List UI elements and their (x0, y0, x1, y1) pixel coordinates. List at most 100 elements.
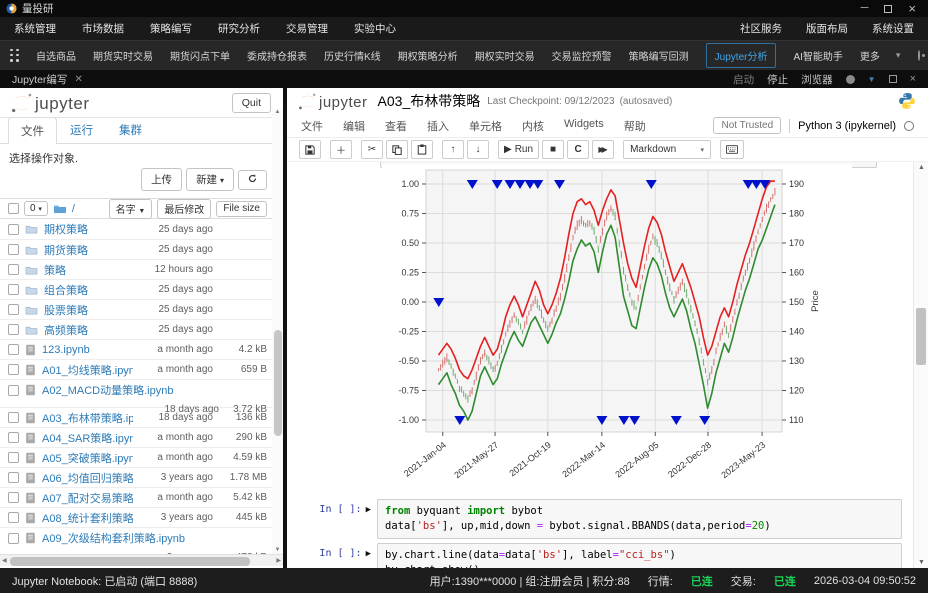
file-checkbox[interactable] (8, 452, 19, 463)
file-link[interactable]: 策略 (44, 262, 133, 278)
file-checkbox[interactable] (8, 264, 19, 275)
scroll-left-icon[interactable]: ◀ (2, 557, 7, 564)
move-cell-down-button[interactable]: ↓ (467, 140, 489, 159)
file-row[interactable]: 123.ipynba month ago4.2 kB (0, 339, 272, 359)
maximize-button[interactable] (884, 5, 892, 13)
file-row[interactable]: A05_突破策略.ipynba month ago4.59 kB (0, 447, 272, 467)
file-checkbox[interactable] (8, 432, 19, 443)
scroll-up-icon[interactable]: ▲ (914, 164, 928, 171)
browser-tab[interactable]: 文件 (8, 117, 57, 144)
file-checkbox[interactable] (8, 244, 19, 255)
notebook-menu-item[interactable]: 文件 (301, 118, 323, 134)
file-checkbox[interactable] (8, 284, 19, 295)
file-checkbox[interactable] (8, 533, 19, 544)
minimize-button[interactable]: ─ (861, 3, 869, 14)
save-button[interactable] (299, 140, 321, 159)
file-row[interactable]: 组合策略25 days ago (0, 279, 272, 299)
module-tab[interactable]: 期货闪点下单 (170, 48, 230, 63)
file-checkbox[interactable] (8, 385, 19, 396)
chevron-down-icon[interactable]: ▾ (896, 50, 901, 61)
run-cell-icon[interactable]: ▶ (366, 505, 371, 515)
file-link[interactable]: A07_配对交易策略.ipynb (42, 490, 133, 506)
file-row[interactable]: A07_配对交易策略.ipynba month ago5.42 kB (0, 487, 272, 507)
settings-gear-icon[interactable] (918, 50, 920, 61)
menu-item[interactable]: 市场数据 (82, 21, 124, 36)
file-link[interactable]: 组合策略 (44, 282, 133, 298)
folder-breadcrumb-icon[interactable] (53, 203, 67, 214)
file-link[interactable]: A09_次级结构套利策略.ipynb (42, 530, 267, 546)
help-icon[interactable] (846, 75, 855, 84)
file-checkbox[interactable] (8, 224, 19, 235)
menu-item[interactable]: 社区服务 (740, 21, 782, 36)
notebook-scroll-area[interactable]: 1.000.750.500.250.00-0.25-0.50-0.75-1.00… (287, 162, 928, 568)
notebook-menu-item[interactable]: 帮助 (624, 118, 646, 134)
close-panel-icon[interactable]: × (910, 73, 916, 85)
apps-grid-icon[interactable] (10, 49, 20, 63)
sidebar-vertical-scrollbar[interactable]: ▲ ▼ (272, 108, 283, 554)
notebook-menu-item[interactable]: 查看 (385, 118, 407, 134)
paste-cell-button[interactable] (411, 140, 433, 159)
upload-button[interactable]: 上传 (141, 168, 182, 191)
sort-by-size-button[interactable]: File size (216, 201, 267, 217)
command-palette-button[interactable] (720, 140, 744, 159)
menu-item[interactable]: 研究分析 (218, 21, 260, 36)
menu-item[interactable]: 交易管理 (286, 21, 328, 36)
file-link[interactable]: A03_布林带策略.ipynb (42, 410, 133, 426)
cell-type-select[interactable]: Markdown▾ (623, 140, 711, 159)
module-tab[interactable]: 历史行情K线 (324, 48, 381, 63)
module-tab[interactable]: 委成持仓报表 (247, 48, 307, 63)
code-cell[interactable]: In [ ]:▶ from byquant import bybotdata['… (287, 499, 902, 539)
select-all-checkbox[interactable] (8, 203, 19, 214)
sort-by-name-button[interactable]: 名字 ▼ (109, 199, 153, 219)
new-dropdown-button[interactable]: 新建 ▾ (186, 168, 234, 191)
file-link[interactable]: 期权策略 (44, 221, 133, 237)
start-button[interactable]: 启动 (733, 72, 754, 87)
code-cell[interactable]: In [ ]:▶ by.chart.line(data=data['bs'], … (287, 543, 902, 568)
restore-panel-icon[interactable] (889, 75, 897, 83)
file-link[interactable]: 高频策略 (44, 322, 133, 338)
interrupt-kernel-button[interactable]: ■ (542, 140, 564, 159)
file-row[interactable]: 期货策略25 days ago (0, 239, 272, 259)
module-tab[interactable]: 策略编写回测 (629, 48, 689, 63)
file-row[interactable]: A09_次级结构套利策略.ipynb3 years ago472 kB (0, 527, 272, 555)
close-button[interactable]: × (908, 3, 916, 14)
code-editor[interactable]: by.chart.line(data=data['bs'], label="cc… (377, 543, 902, 568)
breadcrumb-root[interactable]: / (72, 203, 75, 215)
module-tab[interactable]: 期权实时交易 (475, 48, 535, 63)
module-tab[interactable]: AI智能助手 (793, 48, 842, 63)
code-editor[interactable]: from byquant import bybotdata['bs'], up,… (377, 499, 902, 539)
menu-item[interactable]: 系统设置 (872, 21, 914, 36)
file-checkbox[interactable] (8, 324, 19, 335)
run-cell-button[interactable]: ▶ Run (498, 140, 539, 159)
menu-item[interactable]: 版面布局 (806, 21, 848, 36)
file-row[interactable]: 股票策略25 days ago (0, 299, 272, 319)
copy-cell-button[interactable] (386, 140, 408, 159)
run-cell-icon[interactable]: ▶ (366, 549, 371, 559)
move-cell-up-button[interactable]: ↑ (442, 140, 464, 159)
stop-button[interactable]: 停止 (767, 72, 788, 87)
file-link[interactable]: A05_突破策略.ipynb (42, 450, 133, 466)
scroll-down-icon[interactable]: ▼ (914, 559, 928, 566)
cut-cell-button[interactable]: ✂ (361, 140, 383, 159)
file-link[interactable]: A08_统计套利策略.ipynb (42, 510, 133, 526)
file-checkbox[interactable] (8, 344, 19, 355)
sidebar-horizontal-scrollbar[interactable]: ◀ ▶ (0, 554, 283, 566)
browser-tab[interactable]: 集群 (106, 116, 155, 143)
notebook-menu-item[interactable]: 插入 (427, 118, 449, 134)
file-row[interactable]: A04_SAR策略.ipynba month ago290 kB (0, 427, 272, 447)
restart-run-all-button[interactable]: ▶▶ (592, 140, 614, 159)
file-row[interactable]: 策略12 hours ago (0, 259, 272, 279)
browser-button[interactable]: 浏览器 (801, 72, 833, 87)
notebook-menu-item[interactable]: 单元格 (469, 118, 502, 134)
file-link[interactable]: A02_MACD动量策略.ipynb (42, 382, 267, 398)
file-row[interactable]: 高频策略25 days ago (0, 319, 272, 339)
module-tab[interactable]: 期货实时交易 (93, 48, 153, 63)
selected-count-dropdown[interactable]: 0 ▾ (24, 201, 48, 216)
notebook-menu-item[interactable]: Widgets (564, 118, 604, 134)
menu-item[interactable]: 实验中心 (354, 21, 396, 36)
scroll-up-icon[interactable]: ▲ (272, 109, 283, 115)
tab-close-icon[interactable]: ✕ (74, 74, 82, 85)
notebook-vertical-scrollbar[interactable]: ▲ ▼ (913, 162, 928, 568)
notebook-title[interactable]: A03_布林带策略 (378, 91, 481, 111)
file-checkbox[interactable] (8, 512, 19, 523)
